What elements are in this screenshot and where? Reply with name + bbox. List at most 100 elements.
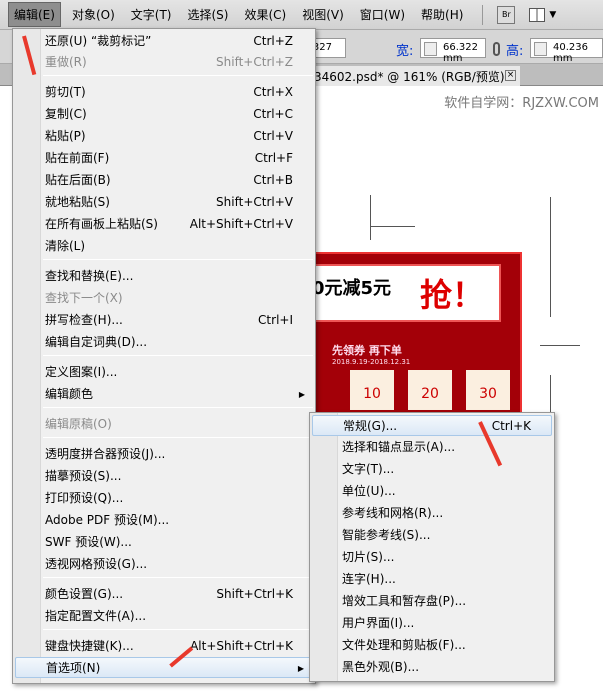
menu-item-label: 文件处理和剪贴板(F)... — [342, 638, 466, 652]
menu-item-label: 编辑自定词典(D)... — [45, 335, 148, 349]
menu-item[interactable]: 指定配置文件(A)... — [15, 606, 313, 627]
document-title: 34602.psd* @ 161% (RGB/预览) — [314, 70, 505, 84]
menu-item[interactable]: 透明度拼合器预设(J)... — [15, 444, 313, 465]
bridge-icon[interactable]: Br — [497, 5, 516, 24]
menu-item[interactable]: 编辑自定词典(D)... — [15, 332, 313, 353]
coupon[interactable]: 20 — [408, 370, 452, 410]
menu-window[interactable]: 窗口(W) — [355, 3, 410, 26]
menu-item: 编辑原稿(O) — [15, 414, 313, 435]
menu-item[interactable]: 连字(H)... — [312, 569, 552, 590]
menu-item-label: 拼写检查(H)... — [45, 313, 123, 327]
menu-separator — [43, 437, 313, 438]
close-icon[interactable]: × — [505, 70, 516, 81]
menu-item[interactable]: 常规(G)... Ctrl+K — [312, 415, 552, 436]
menu-item-shortcut: Ctrl+X — [253, 85, 293, 99]
width-field[interactable]: 66.322 mm — [420, 38, 486, 64]
menu-item-label: 透明度拼合器预设(J)... — [45, 447, 166, 461]
menu-select[interactable]: 选择(S) — [182, 3, 233, 26]
menu-item[interactable]: 文件处理和剪贴板(F)... — [312, 635, 552, 656]
coupon[interactable]: 10 — [350, 370, 394, 410]
menu-item-label: 复制(C) — [45, 107, 87, 121]
menu-effect[interactable]: 效果(C) — [239, 3, 291, 26]
width-label: 宽: — [396, 44, 414, 59]
menu-item[interactable]: 打印预设(Q)... — [15, 488, 313, 509]
menu-divider — [482, 4, 484, 25]
menu-item-label: 智能参考线(S)... — [342, 528, 431, 542]
menu-item-label: 贴在前面(F) — [45, 151, 110, 165]
menu-item-label: 剪切(T) — [45, 85, 86, 99]
menu-item[interactable]: 颜色设置(G)... Shift+Ctrl+K — [15, 584, 313, 605]
submenu-arrow-icon: ▶ — [297, 664, 304, 673]
chevron-down-icon[interactable]: ▼ — [549, 10, 556, 20]
menu-item-label: Adobe PDF 预设(M)... — [45, 513, 170, 527]
menu-item-label: 透视网格预设(G)... — [45, 557, 148, 571]
menu-item[interactable]: 复制(C) Ctrl+C — [15, 104, 313, 125]
menu-item[interactable]: 智能参考线(S)... — [312, 525, 552, 546]
menu-type[interactable]: 文字(T) — [126, 3, 177, 26]
menu-item-label: 查找和替换(E)... — [45, 269, 134, 283]
menu-separator — [43, 577, 313, 578]
menu-item[interactable]: 查找和替换(E)... — [15, 266, 313, 287]
menu-item[interactable]: 编辑颜色 ▶ — [15, 384, 313, 405]
menu-item[interactable]: Adobe PDF 预设(M)... — [15, 510, 313, 531]
menu-item[interactable]: 就地粘贴(S) Shift+Ctrl+V — [15, 192, 313, 213]
menu-item[interactable]: SWF 预设(W)... — [15, 532, 313, 553]
menu-item-label: 清除(L) — [45, 239, 86, 253]
menu-edit[interactable]: 编辑(E) — [8, 2, 61, 27]
menu-item-label: 就地粘贴(S) — [45, 195, 110, 209]
menu-item-label: 贴在后面(B) — [45, 173, 111, 187]
menu-item-label: 连字(H)... — [342, 572, 396, 586]
menu-help[interactable]: 帮助(H) — [416, 3, 468, 26]
menu-item-label: 键盘快捷键(K)... — [45, 639, 134, 653]
menu-item[interactable]: 剪切(T) Ctrl+X — [15, 82, 313, 103]
menu-item-shortcut: Ctrl+C — [253, 107, 293, 121]
menu-item-label: 增效工具和暂存盘(P)... — [342, 594, 467, 608]
menu-item-shortcut: Ctrl+B — [253, 173, 293, 187]
layout-icon[interactable] — [529, 7, 546, 22]
menu-item[interactable]: 首选项(N) ▶ — [15, 657, 313, 678]
menu-item[interactable]: 拼写检查(H)... Ctrl+I — [15, 310, 313, 331]
menu-item-shortcut: Ctrl+Z — [253, 34, 293, 48]
link-icon[interactable] — [493, 42, 500, 56]
menu-item-label: 打印预设(Q)... — [45, 491, 124, 505]
height-field[interactable]: 40.236 mm — [530, 38, 603, 64]
menu-item[interactable]: 键盘快捷键(K)... Alt+Shift+Ctrl+K — [15, 636, 313, 657]
menu-item-label: 重做(R) — [45, 55, 87, 69]
menu-item[interactable]: 增效工具和暂存盘(P)... — [312, 591, 552, 612]
menu-separator — [43, 407, 313, 408]
coupon-date: 2018.9.19-2018.12.31 — [332, 358, 411, 366]
menu-item[interactable]: 还原(U) “裁剪标记” Ctrl+Z — [15, 31, 313, 52]
edit-menu: 还原(U) “裁剪标记” Ctrl+Z 重做(R) Shift+Ctrl+Z 剪切(T)… — [12, 28, 316, 684]
menu-item[interactable]: 透视网格预设(G)... — [15, 554, 313, 575]
menu-item[interactable]: 贴在后面(B) Ctrl+B — [15, 170, 313, 191]
menu-item-shortcut: Alt+Shift+Ctrl+V — [189, 217, 293, 231]
menu-item[interactable]: 在所有画板上粘贴(S) Alt+Shift+Ctrl+V — [15, 214, 313, 235]
menu-item[interactable]: 描摹预设(S)... — [15, 466, 313, 487]
menu-separator — [43, 259, 313, 260]
menu-item[interactable]: 文字(T)... — [312, 459, 552, 480]
menu-item[interactable]: 黑色外观(B)... — [312, 657, 552, 678]
menu-bar: 编辑(E) 对象(O) 文字(T) 选择(S) 效果(C) 视图(V) 窗口(W… — [0, 0, 603, 30]
document-tab[interactable]: 34602.psd* @ 161% (RGB/预览) × — [300, 66, 520, 86]
menu-view[interactable]: 视图(V) — [297, 3, 349, 26]
menu-item[interactable]: 清除(L) — [15, 236, 313, 257]
menu-item-label: 黑色外观(B)... — [342, 660, 420, 674]
menu-object[interactable]: 对象(O) — [67, 3, 120, 26]
menu-item[interactable]: 切片(S)... — [312, 547, 552, 568]
menu-item[interactable]: 定义图案(I)... — [15, 362, 313, 383]
menu-item-label: 还原(U) “裁剪标记” — [45, 34, 152, 48]
menu-item-label: 描摹预设(S)... — [45, 469, 122, 483]
menu-item-shortcut: Ctrl+F — [254, 151, 293, 165]
menu-item[interactable]: 用户界面(I)... — [312, 613, 552, 634]
menu-item-label: 用户界面(I)... — [342, 616, 415, 630]
menu-item[interactable]: 选择和锚点显示(A)... — [312, 437, 552, 458]
menu-item-label: 首选项(N) — [46, 661, 101, 675]
menu-item-shortcut: Shift+Ctrl+V — [216, 195, 293, 209]
menu-item[interactable]: 粘贴(P) Ctrl+V — [15, 126, 313, 147]
menu-item[interactable]: 参考线和网格(R)... — [312, 503, 552, 524]
menu-item: 查找下一个(X) — [15, 288, 313, 309]
menu-item[interactable]: 单位(U)... — [312, 481, 552, 502]
menu-item-label: 定义图案(I)... — [45, 365, 118, 379]
coupon[interactable]: 30 — [466, 370, 510, 410]
menu-item[interactable]: 贴在前面(F) Ctrl+F — [15, 148, 313, 169]
